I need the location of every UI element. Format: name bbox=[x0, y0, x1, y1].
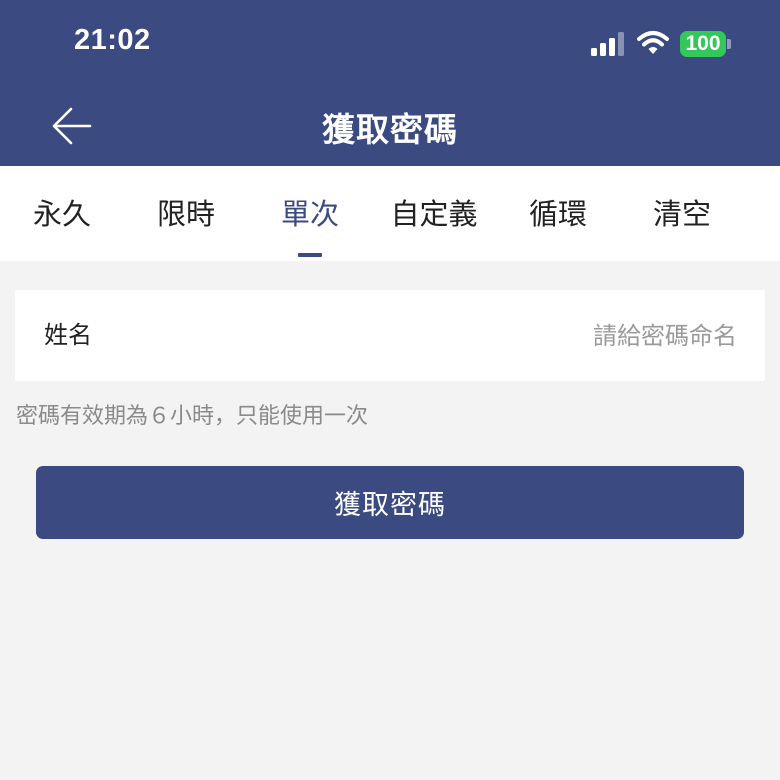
cellular-signal-icon bbox=[591, 32, 624, 56]
tab-label: 自定義 bbox=[390, 197, 478, 231]
get-password-button[interactable]: 獲取密碼 bbox=[36, 466, 744, 539]
tab-custom[interactable]: 自定義 bbox=[372, 166, 496, 261]
active-tab-indicator bbox=[298, 253, 322, 257]
app-header: 21:02 100 獲取密碼 bbox=[0, 0, 780, 166]
tab-timed[interactable]: 限時 bbox=[124, 166, 248, 261]
name-field-row: 姓名 bbox=[15, 290, 765, 381]
battery-indicator: 100 bbox=[680, 31, 726, 57]
tab-single-use[interactable]: 單次 bbox=[248, 166, 372, 261]
tab-clear[interactable]: 清空 bbox=[620, 166, 744, 261]
tab-recurring[interactable]: 循環 bbox=[496, 166, 620, 261]
name-label: 姓名 bbox=[44, 321, 92, 349]
tab-bar: 永久 限時 單次 自定義 循環 清空 bbox=[0, 166, 780, 261]
status-time: 21:02 bbox=[74, 24, 151, 56]
tab-label: 永久 bbox=[32, 197, 91, 231]
validity-hint: 密碼有效期為６小時，只能使用一次 bbox=[16, 404, 369, 429]
tab-label: 循環 bbox=[528, 197, 587, 231]
tab-label: 單次 bbox=[280, 197, 339, 231]
battery-nub bbox=[727, 39, 731, 49]
password-name-input[interactable] bbox=[297, 310, 737, 361]
tab-label: 限時 bbox=[156, 197, 215, 231]
page-title: 獲取密碼 bbox=[322, 110, 458, 149]
tab-label: 清空 bbox=[652, 197, 711, 231]
wifi-icon bbox=[637, 31, 669, 54]
tab-permanent[interactable]: 永久 bbox=[0, 166, 124, 261]
